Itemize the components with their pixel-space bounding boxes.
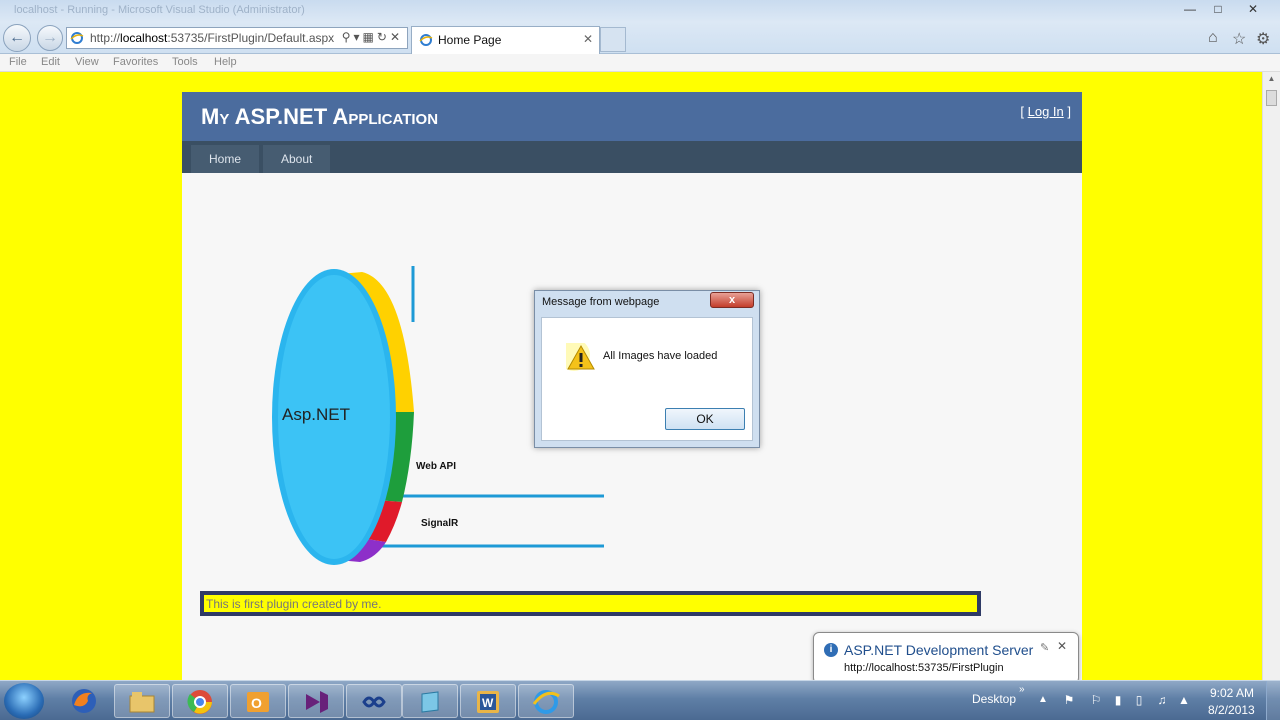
address-prefix: http:// — [90, 31, 121, 45]
menu-tools[interactable]: Tools — [172, 56, 198, 68]
menu-view[interactable]: View — [75, 56, 99, 68]
login-bracket-close: ] — [1063, 104, 1071, 119]
dropdown-icon[interactable]: ▾ — [354, 30, 363, 44]
infinity-app-icon — [362, 696, 386, 708]
login-link[interactable]: Log In — [1028, 104, 1064, 119]
visual-studio-icon — [306, 691, 328, 713]
show-hidden-icons-icon[interactable]: ▲ — [1038, 694, 1048, 705]
site-nav: Home About — [182, 141, 1082, 173]
taskbar-file-explorer[interactable] — [114, 684, 170, 718]
tab-title: Home Page — [438, 33, 502, 47]
favorites-star-icon[interactable]: ☆ — [1232, 29, 1246, 49]
action-center-icon[interactable]: ⚐ — [1089, 693, 1103, 707]
clock-time[interactable]: 9:02 AM — [1210, 686, 1254, 700]
plugin-output-text: This is first plugin created by me. — [206, 597, 382, 611]
start-button[interactable] — [4, 683, 44, 719]
google-drive-icon[interactable]: ▲ — [1177, 693, 1191, 707]
vertical-scrollbar[interactable]: ▲ — [1262, 72, 1280, 680]
taskbar: O W — [0, 680, 1280, 720]
address-actions: ⚲▾▦↻✕ — [342, 30, 403, 44]
nav-home[interactable]: Home — [191, 145, 260, 173]
refresh-icon[interactable]: ↻ — [377, 30, 390, 44]
site-title: My ASP.NET Application — [201, 104, 439, 129]
toast-url: http://localhost:53735/FirstPlugin — [844, 662, 1004, 674]
taskbar-infinity-app[interactable] — [346, 684, 402, 718]
outlook-icon: O — [247, 692, 269, 712]
compat-view-icon[interactable]: ▦ — [363, 30, 377, 44]
address-path: :53735/FirstPlugin/Default.aspx — [167, 31, 335, 45]
dialog-close-button[interactable]: x — [710, 292, 754, 308]
internet-explorer-icon — [532, 690, 560, 714]
search-icon[interactable]: ⚲ — [342, 30, 354, 44]
menu-favorites[interactable]: Favorites — [113, 56, 158, 68]
ie-page-icon — [419, 34, 433, 46]
menu-help[interactable]: Help — [214, 56, 237, 68]
clock-date[interactable]: 8/2/2013 — [1208, 703, 1255, 717]
address-text: http://localhost:53735/FirstPlugin/Defau… — [90, 31, 334, 45]
chrome-icon — [187, 690, 212, 714]
taskbar-internet-explorer[interactable] — [518, 684, 574, 718]
tab-close-icon[interactable]: ✕ — [583, 32, 593, 46]
toolbar-expand-icon[interactable]: » — [1019, 684, 1025, 695]
close-window-button[interactable]: ✕ — [1232, 0, 1274, 18]
maximize-button[interactable]: □ — [1204, 0, 1232, 18]
plugin-output-bar: This is first plugin created by me. — [200, 591, 981, 616]
dialog-message: All Images have loaded — [603, 350, 718, 362]
warning-icon — [566, 343, 595, 371]
nav-about[interactable]: About — [263, 145, 331, 173]
network-icon[interactable]: ▯ — [1132, 693, 1146, 707]
scroll-up-arrow-icon[interactable]: ▲ — [1265, 74, 1278, 86]
volume-muted-icon[interactable]: ♫ — [1155, 693, 1169, 707]
pin-icon[interactable]: ✎ — [1040, 641, 1049, 654]
tablet-app-icon — [421, 691, 439, 713]
taskbar-visual-studio[interactable] — [288, 684, 344, 718]
taskbar-chrome[interactable] — [172, 684, 228, 718]
login-bracket-open: [ — [1020, 104, 1028, 119]
diagram-center-label: Asp.NET — [282, 405, 350, 424]
stop-icon[interactable]: ✕ — [390, 30, 403, 44]
new-tab-button[interactable] — [600, 27, 626, 52]
address-host: localhost — [120, 31, 168, 45]
ie-page-icon — [70, 32, 84, 44]
home-icon[interactable]: ⌂ — [1208, 29, 1218, 47]
tab-home-page[interactable]: Home Page ✕ — [411, 26, 600, 54]
svg-text:W: W — [482, 696, 494, 710]
taskbar-tablet-app[interactable] — [402, 684, 458, 718]
forward-button[interactable]: → — [37, 25, 63, 51]
file-explorer-icon — [129, 692, 155, 713]
window-title: localhost - Running - Microsoft Visual S… — [14, 4, 305, 16]
info-icon: i — [824, 643, 838, 657]
show-desktop-button[interactable] — [1266, 681, 1280, 720]
gear-icon[interactable]: ⚙ — [1256, 29, 1270, 49]
menu-edit[interactable]: Edit — [41, 56, 60, 68]
desktop-toolbar-label[interactable]: Desktop — [972, 692, 1016, 706]
word-icon: W — [477, 691, 499, 713]
menu-file[interactable]: File — [9, 56, 27, 68]
login-area: [ Log In ] — [1020, 104, 1071, 119]
menu-bar: File Edit View Favorites Tools Help — [0, 54, 1280, 72]
back-button[interactable]: ← — [3, 24, 31, 52]
toast-title: ASP.NET Development Server — [844, 642, 1034, 658]
svg-text:O: O — [251, 695, 262, 711]
firefox-icon — [72, 689, 96, 713]
minimize-button[interactable]: — — [1176, 0, 1204, 18]
scroll-thumb[interactable] — [1266, 90, 1277, 106]
diagram-label-signalr: SignalR — [421, 518, 459, 529]
address-bar[interactable]: http://localhost:53735/FirstPlugin/Defau… — [66, 27, 408, 49]
ok-button[interactable]: OK — [665, 408, 745, 430]
taskbar-word[interactable]: W — [460, 684, 516, 718]
alert-dialog: Message from webpage x All Images have l… — [534, 290, 760, 448]
notification-area-icon[interactable]: ⚑ — [1062, 693, 1076, 707]
taskbar-firefox[interactable] — [57, 684, 113, 718]
site-header: My ASP.NET Application [ Log In ] — [182, 92, 1082, 141]
toast-close-icon[interactable]: ✕ — [1057, 639, 1067, 653]
dialog-title: Message from webpage — [542, 296, 660, 308]
dialog-body: All Images have loaded OK — [541, 317, 753, 441]
notification-toast[interactable]: i ASP.NET Development Server http://loca… — [813, 632, 1079, 684]
taskbar-outlook[interactable]: O — [230, 684, 286, 718]
diagram-label-web-api: Web API — [416, 461, 456, 472]
battery-icon[interactable]: ▮ — [1111, 693, 1125, 707]
window-titlebar: localhost - Running - Microsoft Visual S… — [0, 0, 1280, 22]
